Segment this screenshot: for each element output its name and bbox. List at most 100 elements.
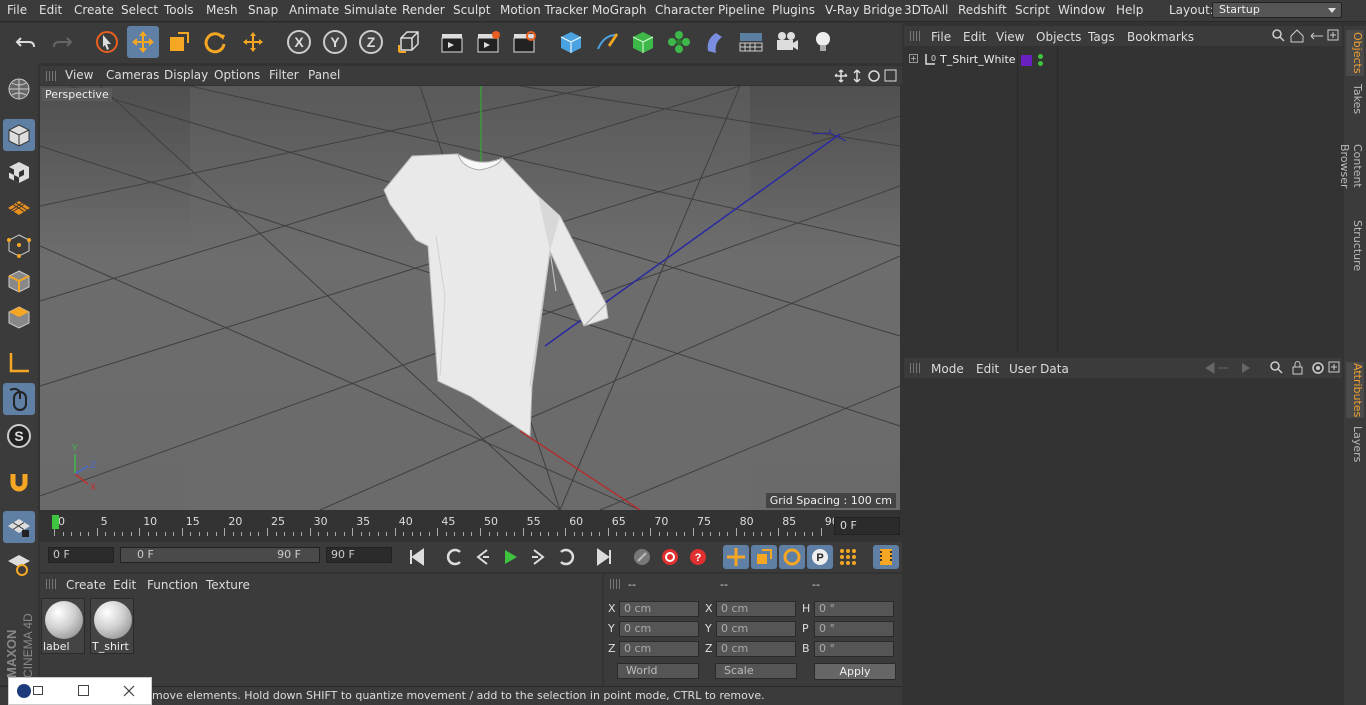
menu-animate[interactable]: Animate [289,3,339,17]
menu-pipeline[interactable]: Pipeline [718,3,765,17]
menu-mograph[interactable]: MoGraph [592,3,647,17]
menu-window[interactable]: Window [1058,3,1105,17]
key-position-button[interactable] [723,545,749,569]
viewport-menu-filter[interactable]: Filter [269,68,299,82]
render-view-button[interactable] [436,26,468,58]
tab-structure[interactable]: Structure [1346,220,1364,271]
go-to-start-button[interactable] [404,545,430,569]
key-scale-button[interactable] [751,545,777,569]
workplane-lock-button[interactable] [3,511,35,543]
apply-button[interactable]: Apply [814,663,896,680]
pen-spline-button[interactable] [591,26,623,58]
viewport-menu-view[interactable]: View [65,68,93,82]
size-mode-dropdown[interactable]: Scale [715,663,797,679]
menu-redshift[interactable]: Redshift [958,3,1007,17]
attribute-nav-icons[interactable] [1204,360,1340,376]
attributes-menu-edit[interactable]: Edit [976,362,999,376]
previous-key-button[interactable] [442,545,468,569]
axis-mode-button[interactable] [3,347,35,379]
objects-menu-objects[interactable]: Objects [1036,30,1081,44]
timeline-ruler[interactable]: 0 5 10 15 20 25 30 35 40 45 50 55 60 65 70 75 80 85 90 [40,512,902,542]
end-frame-field[interactable]: 90 F [326,547,392,563]
z-axis-lock-button[interactable]: Z [355,26,387,58]
transform-tool-button[interactable] [237,26,269,58]
objects-menu-file[interactable]: File [931,30,951,44]
menu-sculpt[interactable]: Sculpt [453,3,490,17]
viewport-menu-display[interactable]: Display [164,68,208,82]
tab-content-browser[interactable]: Content Browser [1338,122,1364,210]
subdivision-surface-button[interactable] [627,26,659,58]
restore-icon[interactable] [33,686,43,695]
cube-primitive-button[interactable] [555,26,587,58]
menu-snap[interactable]: Snap [248,3,278,17]
material-menu-function[interactable]: Function [147,578,198,592]
position-x-field[interactable]: 0 cm [619,601,699,617]
object-manager-tool-icons[interactable] [1270,28,1340,44]
rotation-h-field[interactable]: 0 ° [814,601,894,617]
tab-attributes[interactable]: Attributes [1346,362,1364,418]
perspective-viewport[interactable]: Y Z X Perspective Grid Spacing : 100 cm [40,86,900,510]
menu-edit[interactable]: Edit [39,3,62,17]
timeline-playhead[interactable] [52,515,59,529]
attributes-menu-user-data[interactable]: User Data [1009,362,1069,376]
menu-help[interactable]: Help [1116,3,1143,17]
timeline-window-button[interactable] [873,545,899,569]
layout-select[interactable]: Startup [1212,2,1342,18]
start-frame-field[interactable]: 0 F [48,547,114,563]
live-selection-button[interactable] [91,26,123,58]
x-axis-lock-button[interactable]: X [283,26,315,58]
menu-select[interactable]: Select [121,3,158,17]
rotation-p-field[interactable]: 0 ° [814,621,894,637]
objects-menu-tags[interactable]: Tags [1088,30,1115,44]
menu-plugins[interactable]: Plugins [772,3,815,17]
menu-simulate[interactable]: Simulate [344,3,397,17]
objects-menu-edit[interactable]: Edit [963,30,986,44]
record-button[interactable] [657,545,683,569]
go-to-end-button[interactable] [591,545,617,569]
frame-range-slider[interactable]: 0 F 90 F [120,547,320,563]
texture-mode-button[interactable] [3,156,35,188]
material-swatch-label[interactable]: label [41,598,85,654]
size-y-field[interactable]: 0 cm [716,621,796,637]
viewport-menu-panel[interactable]: Panel [308,68,340,82]
coordinate-space-dropdown[interactable]: World [617,663,699,679]
previous-frame-button[interactable] [470,545,496,569]
material-menu-create[interactable]: Create [66,578,106,592]
key-parameter-button[interactable]: P [807,545,833,569]
model-mode-button[interactable] [3,119,35,151]
render-picture-viewer-button[interactable] [472,26,504,58]
floor-button[interactable] [735,26,767,58]
polygons-mode-button[interactable] [3,301,35,333]
deformer-button[interactable] [699,26,731,58]
attributes-menu-mode[interactable]: Mode [931,362,964,376]
position-y-field[interactable]: 0 cm [619,621,699,637]
render-visibility-dot[interactable] [1038,61,1043,66]
menu-motion-tracker[interactable]: Motion Tracker [500,3,588,17]
viewport-menu-options[interactable]: Options [214,68,260,82]
tab-takes[interactable]: Takes [1346,82,1364,116]
position-z-field[interactable]: 0 cm [619,641,699,657]
keyframe-selection-button[interactable] [629,545,655,569]
points-mode-button[interactable] [3,229,35,261]
rotation-b-field[interactable]: 0 ° [814,641,894,657]
make-editable-button[interactable] [3,73,35,105]
layer-color-swatch[interactable] [1021,55,1032,66]
menu-create[interactable]: Create [74,3,114,17]
next-key-button[interactable] [553,545,579,569]
menu-file[interactable]: File [7,3,27,17]
y-axis-lock-button[interactable]: Y [319,26,351,58]
redo-button[interactable] [46,26,78,58]
snap-button[interactable] [3,466,35,498]
undo-button[interactable] [10,26,42,58]
cloner-button[interactable] [663,26,695,58]
objects-menu-bookmarks[interactable]: Bookmarks [1127,30,1194,44]
next-frame-button[interactable] [525,545,551,569]
tab-objects[interactable]: Objects [1346,30,1364,76]
size-x-field[interactable]: 0 cm [716,601,796,617]
play-button[interactable] [497,545,523,569]
tab-layers[interactable]: Layers [1346,426,1364,462]
edges-mode-button[interactable] [3,265,35,297]
close-icon[interactable] [123,685,135,697]
light-button[interactable] [807,26,839,58]
menu-render[interactable]: Render [402,3,445,17]
